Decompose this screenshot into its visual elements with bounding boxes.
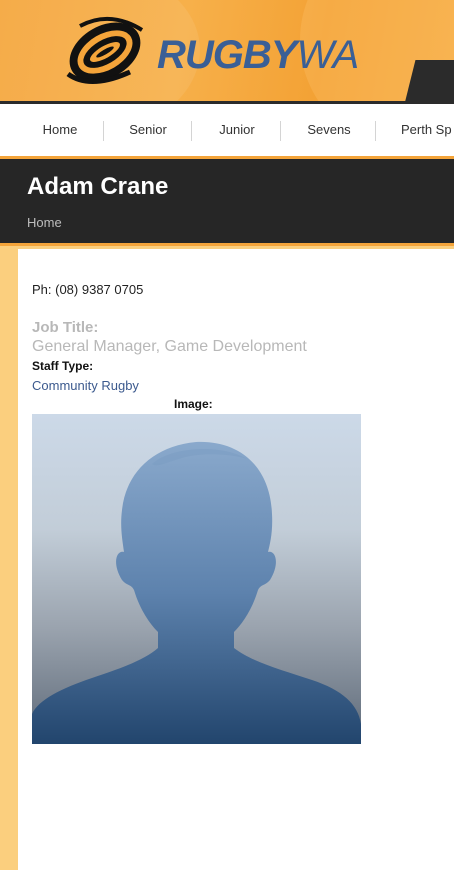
nav-separator	[103, 121, 104, 141]
site-header: RUGBYWA	[0, 0, 454, 104]
phone-number: Ph: (08) 9387 0705	[32, 282, 144, 297]
image-label: Image:	[174, 397, 213, 411]
nav-separator	[280, 121, 281, 141]
staff-type-link[interactable]: Community Rugby	[32, 378, 139, 393]
page-title-band: Adam Crane Home	[0, 156, 454, 246]
site-brand[interactable]: RUGBYWA	[157, 30, 359, 80]
nav-item-sevens[interactable]: Sevens	[296, 104, 362, 156]
rugby-ball-swirl-icon[interactable]	[60, 12, 150, 92]
person-silhouette-icon	[32, 441, 361, 744]
page-title: Adam Crane	[27, 173, 169, 200]
job-title-value: General Manager, Game Development	[32, 338, 307, 355]
page: RUGBYWA Home Senior Junior Sevens Perth …	[0, 0, 454, 870]
staff-profile: Ph: (08) 9387 0705 Job Title: General Ma…	[18, 249, 454, 870]
main-nav: Home Senior Junior Sevens Perth Sp	[0, 104, 454, 157]
nav-item-home[interactable]: Home	[32, 104, 88, 156]
breadcrumb-home-link[interactable]: Home	[27, 215, 62, 230]
brand-primary: RUGBY	[157, 33, 297, 77]
staff-type-label: Staff Type:	[32, 359, 94, 373]
profile-photo	[32, 414, 361, 744]
nav-separator	[191, 121, 192, 141]
nav-item-junior[interactable]: Junior	[207, 104, 267, 156]
brand-secondary: WA	[296, 33, 359, 77]
nav-item-senior[interactable]: Senior	[118, 104, 178, 156]
nav-separator	[375, 121, 376, 141]
job-title-label: Job Title:	[32, 319, 99, 336]
nav-item-perth-sp[interactable]: Perth Sp	[401, 104, 454, 156]
